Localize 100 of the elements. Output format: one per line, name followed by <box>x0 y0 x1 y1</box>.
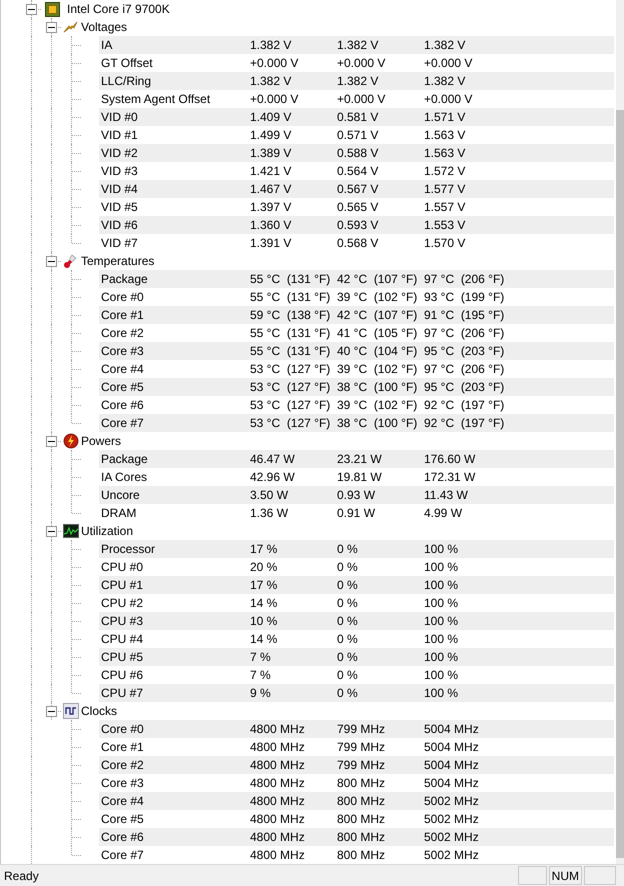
sensor-name: IA <box>100 37 114 54</box>
device-name[interactable]: Intel Core i7 9700K <box>67 0 170 18</box>
sensor-value: +0.000 V <box>250 55 300 72</box>
sensor-value: 100 % <box>424 631 458 648</box>
sensor-value: +0.000 V <box>337 55 386 72</box>
sensor-row[interactable]: Core #6 4800 MHz 800 MHz 5002 MHz <box>99 828 614 846</box>
sensor-row[interactable]: Processor 17 % 0 % 100 % <box>99 540 614 558</box>
sensor-name: Uncore <box>100 487 141 504</box>
sensor-row[interactable]: Core #5 53 °C (127 °F) 38 °C (100 °F) 95 °C (203 °F) <box>99 378 614 396</box>
sensor-value: 1.553 V <box>424 217 466 234</box>
group-label[interactable]: Voltages <box>81 18 128 36</box>
sensor-value: 0 % <box>337 649 359 666</box>
sensor-value: 799 MHz <box>337 757 386 774</box>
sensor-value: 38 °C (100 °F) <box>337 379 418 396</box>
sensor-value: 53 °C (127 °F) <box>250 379 332 396</box>
sensor-row[interactable]: CPU #1 17 % 0 % 100 % <box>99 576 614 594</box>
sensor-value: 5002 MHz <box>424 847 479 864</box>
sensor-name: VID #3 <box>100 163 139 180</box>
sensor-value: 0.567 V <box>337 181 380 198</box>
sensor-value: 53 °C (127 °F) <box>250 397 332 414</box>
sensor-value: 39 °C (102 °F) <box>337 361 418 378</box>
sensor-value: 1.557 V <box>424 199 466 216</box>
sensor-value: 10 % <box>250 613 278 630</box>
sensor-value: 9 % <box>250 685 272 702</box>
sensor-value: 0.91 W <box>337 505 376 522</box>
sensor-row[interactable]: VID #0 1.409 V 0.581 V 1.571 V <box>99 108 614 126</box>
sensor-row[interactable]: VID #2 1.389 V 0.588 V 1.563 V <box>99 144 614 162</box>
sensor-value: 0 % <box>337 613 359 630</box>
sensor-row[interactable]: Package 46.47 W 23.21 W 176.60 W <box>99 450 614 468</box>
sensor-value: 14 % <box>250 631 278 648</box>
sensor-value: +0.000 V <box>337 91 386 108</box>
sensor-value: 1.397 V <box>250 199 292 216</box>
collapse-toggle[interactable] <box>26 4 37 14</box>
sensor-value: 55 °C (131 °F) <box>250 325 332 342</box>
sensor-value: 1.409 V <box>250 109 292 126</box>
sensor-name: Core #7 <box>100 847 145 864</box>
sensor-row[interactable]: Uncore 3.50 W 0.93 W 11.43 W <box>99 486 614 504</box>
sensor-value: 0.565 V <box>337 199 380 216</box>
sensor-name: Core #1 <box>100 739 145 756</box>
keyboard-indicator: NUM <box>548 866 582 885</box>
sensor-value: 4800 MHz <box>250 721 306 738</box>
sensor-value: 100 % <box>424 685 458 702</box>
sensor-name: Core #1 <box>100 307 145 324</box>
sensor-value: 0.571 V <box>337 127 380 144</box>
sensor-name: Core #6 <box>100 397 145 414</box>
sensor-row[interactable]: LLC/Ring 1.382 V 1.382 V 1.382 V <box>99 72 614 90</box>
sensor-value: 40 °C (104 °F) <box>337 343 418 360</box>
group-label[interactable]: Utilization <box>81 522 134 540</box>
group-label[interactable]: Temperatures <box>81 252 154 270</box>
sensor-name: CPU #4 <box>100 631 144 648</box>
sensor-row[interactable]: Package 55 °C (131 °F) 42 °C (107 °F) 97 °C (206 °F) <box>99 270 614 288</box>
collapse-toggle[interactable] <box>46 436 57 446</box>
sensor-row[interactable]: Core #0 4800 MHz 799 MHz 5004 MHz <box>99 720 614 738</box>
sensor-row[interactable]: Core #2 4800 MHz 799 MHz 5004 MHz <box>99 756 614 774</box>
status-panel <box>518 866 547 885</box>
sensor-row[interactable]: CPU #5 7 % 0 % 100 % <box>99 648 614 666</box>
sensor-value: 1.391 V <box>250 235 292 252</box>
collapse-toggle[interactable] <box>46 256 57 266</box>
sensor-value: 42 °C (107 °F) <box>337 271 418 288</box>
sensor-value: 5004 MHz <box>424 775 479 792</box>
sensor-value: 14 % <box>250 595 278 612</box>
sensor-value: 0.93 W <box>337 487 376 504</box>
sensor-name: VID #0 <box>100 109 139 126</box>
sensor-name: CPU #0 <box>100 559 144 576</box>
sensor-value: 97 °C (206 °F) <box>424 271 504 288</box>
sensor-name: GT Offset <box>100 55 154 72</box>
sensor-row[interactable]: CPU #3 10 % 0 % 100 % <box>99 612 614 630</box>
sensor-name: CPU #5 <box>100 649 144 666</box>
sensor-value: 1.421 V <box>250 163 292 180</box>
sensor-value: 100 % <box>424 667 458 684</box>
sensor-row[interactable]: Core #3 55 °C (131 °F) 40 °C (104 °F) 95 °C (203 °F) <box>99 342 614 360</box>
sensor-value: 0.564 V <box>337 163 380 180</box>
sensor-value: 800 MHz <box>337 793 386 810</box>
sensor-value: 59 °C (138 °F) <box>250 307 332 324</box>
collapse-toggle[interactable] <box>46 706 57 716</box>
sensor-row[interactable]: IA 1.382 V 1.382 V 1.382 V <box>99 36 614 54</box>
collapse-toggle[interactable] <box>46 22 57 32</box>
sensor-row[interactable]: VID #6 1.360 V 0.593 V 1.553 V <box>99 216 614 234</box>
sensor-row[interactable]: CPU #7 9 % 0 % 100 % <box>99 684 614 702</box>
sensor-value: 0 % <box>337 631 359 648</box>
sensor-row[interactable]: Core #1 59 °C (138 °F) 42 °C (107 °F) 91 °C (195 °F) <box>99 306 614 324</box>
sensor-value: 95 °C (203 °F) <box>424 379 504 396</box>
sensor-value: 4800 MHz <box>250 757 306 774</box>
sensor-name: System Agent Offset <box>100 91 212 108</box>
sensor-value: 53 °C (127 °F) <box>250 361 332 378</box>
group-label[interactable]: Clocks <box>81 702 118 720</box>
sensor-value: 172.31 W <box>424 469 476 486</box>
collapse-toggle[interactable] <box>46 526 57 536</box>
sensor-value: 41 °C (105 °F) <box>337 325 418 342</box>
sensor-row[interactable]: Core #4 4800 MHz 800 MHz 5002 MHz <box>99 792 614 810</box>
sensor-value: 1.563 V <box>424 145 466 162</box>
sensor-value: 97 °C (206 °F) <box>424 325 504 342</box>
sensor-value: 1.36 W <box>250 505 290 522</box>
sensor-value: 0 % <box>337 685 359 702</box>
sensor-value: 93 °C (199 °F) <box>424 289 504 306</box>
sensor-row[interactable]: Core #7 53 °C (127 °F) 38 °C (100 °F) 92 °C (197 °F) <box>99 414 614 432</box>
power-icon <box>63 433 79 449</box>
sensor-value: 91 °C (195 °F) <box>424 307 504 324</box>
sensor-row[interactable]: VID #4 1.467 V 0.567 V 1.577 V <box>99 180 614 198</box>
group-label[interactable]: Powers <box>81 432 122 450</box>
